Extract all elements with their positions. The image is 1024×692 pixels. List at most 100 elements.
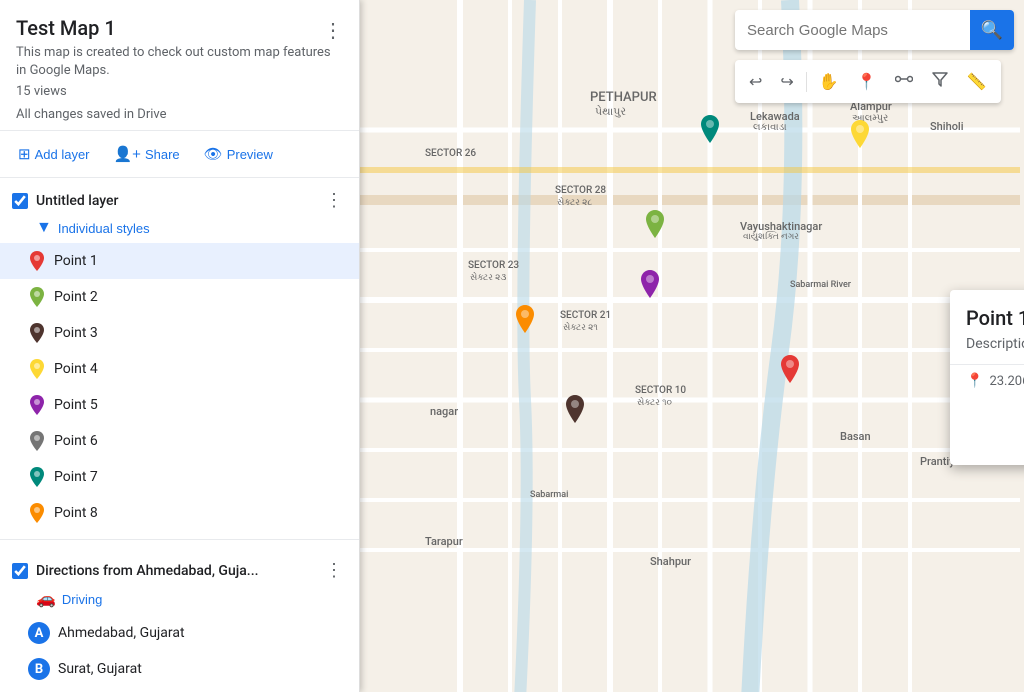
pan-button[interactable]: ✋ bbox=[811, 66, 847, 98]
directions-more-button[interactable]: ⋮ bbox=[321, 558, 347, 583]
point-color-icon-3 bbox=[28, 322, 46, 344]
map-label-6: Shiholi bbox=[930, 120, 964, 133]
teal-pin[interactable] bbox=[698, 114, 722, 150]
point-label-8: Point 8 bbox=[54, 505, 98, 521]
point-item-1[interactable]: Point 1 bbox=[0, 243, 359, 279]
yellow-pin[interactable] bbox=[848, 119, 872, 155]
green-drink-pin[interactable] bbox=[643, 209, 667, 245]
eye-icon: 👁 bbox=[204, 145, 223, 163]
orange-pin[interactable] bbox=[513, 304, 537, 340]
share-button[interactable]: 👤+ Share bbox=[104, 139, 190, 169]
point-color-icon-6 bbox=[28, 430, 46, 452]
search-button[interactable]: 🔍 bbox=[970, 10, 1014, 50]
car-icon: 🚗 bbox=[36, 589, 56, 609]
layer-title: Untitled layer bbox=[36, 193, 321, 209]
point-label-1: Point 1 bbox=[54, 253, 98, 269]
filter-tool-button[interactable] bbox=[923, 64, 957, 99]
layer-header: Untitled layer ⋮ bbox=[0, 178, 359, 217]
map-label-1: પેથાપુર bbox=[595, 105, 626, 119]
map-label-10: સેક્ટર ૨૮ bbox=[557, 198, 592, 208]
waypoint-icon-1: B bbox=[28, 658, 50, 680]
waypoint-label-1: Surat, Gujarat bbox=[58, 661, 142, 677]
point-item-5[interactable]: Point 5 bbox=[0, 387, 359, 423]
header-more-button[interactable]: ⋮ bbox=[319, 14, 347, 47]
popup-description: Description bbox=[950, 336, 1024, 364]
map-label-25: Sabarmai bbox=[530, 490, 568, 500]
map-canvas: PETHAPURપેથાપુરLekawadaલકાવાડાAlampurઆલમ… bbox=[360, 0, 1024, 692]
purple-pin[interactable] bbox=[638, 269, 662, 305]
map-label-22: Tarapur bbox=[425, 535, 463, 548]
waypoint-icon-0: A bbox=[28, 622, 50, 644]
search-input[interactable] bbox=[735, 10, 970, 50]
waypoints-list: AAhmedabad, Gujarat B Surat, Gujarat CBardo… bbox=[0, 615, 359, 692]
add-layer-button[interactable]: ⊞ Add layer bbox=[8, 139, 100, 169]
map-label-19: nagar bbox=[430, 405, 458, 418]
map-header: Test Map 1 This map is created to check … bbox=[0, 0, 359, 130]
undo-button[interactable]: ↩ bbox=[741, 66, 770, 98]
style-label: Individual styles bbox=[58, 221, 150, 236]
waypoint-item-1[interactable]: B Surat, Gujarat bbox=[0, 651, 359, 687]
map-description: This map is created to check out custom … bbox=[16, 44, 343, 80]
point-color-icon-1 bbox=[28, 250, 46, 272]
map-title: Test Map 1 bbox=[16, 16, 343, 40]
sidebar: Test Map 1 This map is created to check … bbox=[0, 0, 360, 692]
point-color-icon-7 bbox=[28, 466, 46, 488]
toolbar-divider bbox=[806, 72, 807, 92]
style-filter-icon: ▼ bbox=[36, 219, 52, 237]
point-item-2[interactable]: Point 2 bbox=[0, 279, 359, 315]
redo-button[interactable]: ↪ bbox=[772, 66, 801, 98]
individual-styles-button[interactable]: ▼ Individual styles bbox=[0, 217, 162, 243]
map-label-8: SECTOR 26 bbox=[425, 148, 476, 159]
popup-coords: 23.20643, 72.70453 bbox=[989, 374, 1024, 389]
point-color-icon-4 bbox=[28, 358, 46, 380]
layer-checkbox[interactable] bbox=[12, 193, 28, 209]
location-pin-icon: 📍 bbox=[966, 373, 983, 389]
preview-button[interactable]: 👁 Preview bbox=[194, 139, 283, 169]
map-label-12: સેક્ટર ૨૩ bbox=[470, 273, 506, 283]
waypoint-item-2[interactable]: CBardoli, Gujarat bbox=[0, 687, 359, 692]
red-pin[interactable] bbox=[778, 354, 802, 390]
point-item-4[interactable]: Point 4 bbox=[0, 351, 359, 387]
point-item-7[interactable]: Point 7 bbox=[0, 459, 359, 495]
point-item-3[interactable]: Point 3 bbox=[0, 315, 359, 351]
ruler-button[interactable]: 📏 bbox=[959, 66, 995, 98]
dark-pin[interactable] bbox=[563, 394, 587, 430]
point-item-6[interactable]: Point 6 bbox=[0, 423, 359, 459]
map-views: 15 views bbox=[16, 84, 343, 99]
map-label-23: Shahpur bbox=[650, 555, 691, 568]
add-layer-label: Add layer bbox=[35, 147, 90, 162]
layer-section: Untitled layer ⋮ ▼ Individual styles Poi… bbox=[0, 178, 359, 531]
map-label-16: વાયુશક્તિ નગર bbox=[743, 232, 799, 242]
point-label-3: Point 3 bbox=[54, 325, 98, 341]
map-toolbar: ↩ ↪ ✋ 📍 📏 bbox=[735, 60, 1001, 103]
directions-checkbox[interactable] bbox=[12, 563, 28, 579]
point-label-5: Point 5 bbox=[54, 397, 98, 413]
map-label-14: સેક્ટર ૨૧ bbox=[563, 323, 598, 333]
driving-mode-button[interactable]: 🚗 Driving bbox=[0, 587, 114, 615]
search-icon: 🔍 bbox=[981, 20, 1003, 41]
layer-more-button[interactable]: ⋮ bbox=[321, 188, 347, 213]
directions-title: Directions from Ahmedabad, Guja... bbox=[36, 563, 321, 579]
popup-coords-row: 📍 23.20643, 72.70453 bbox=[950, 364, 1024, 401]
directions-header: Directions from Ahmedabad, Guja... ⋮ bbox=[0, 548, 359, 587]
filter-icon bbox=[931, 70, 949, 88]
waypoint-item-0[interactable]: AAhmedabad, Gujarat bbox=[0, 615, 359, 651]
map-label-24: Sabarmai River bbox=[790, 280, 851, 290]
points-list: Point 1 Point 2 Point 3 Point 4 Point 5 Point… bbox=[0, 243, 359, 531]
map-label-0: PETHAPUR bbox=[590, 90, 657, 105]
map-label-17: SECTOR 10 bbox=[635, 385, 686, 396]
point-item-8[interactable]: Point 8 bbox=[0, 495, 359, 531]
popup-actions-row bbox=[950, 401, 1024, 465]
map-topbar: 🔍 bbox=[735, 10, 1014, 50]
driving-label: Driving bbox=[62, 592, 102, 607]
draw-line-button[interactable] bbox=[887, 64, 921, 99]
map-label-20: Basan bbox=[840, 430, 871, 443]
map-roads-svg bbox=[360, 0, 1024, 692]
action-bar: ⊞ Add layer 👤+ Share 👁 Preview bbox=[0, 130, 359, 178]
search-bar: 🔍 bbox=[735, 10, 1014, 50]
line-draw-icon bbox=[895, 70, 913, 88]
marker-button[interactable]: 📍 bbox=[849, 66, 885, 98]
directions-section: Directions from Ahmedabad, Guja... ⋮ 🚗 D… bbox=[0, 548, 359, 692]
section-divider bbox=[0, 539, 359, 540]
share-label: Share bbox=[145, 147, 180, 162]
